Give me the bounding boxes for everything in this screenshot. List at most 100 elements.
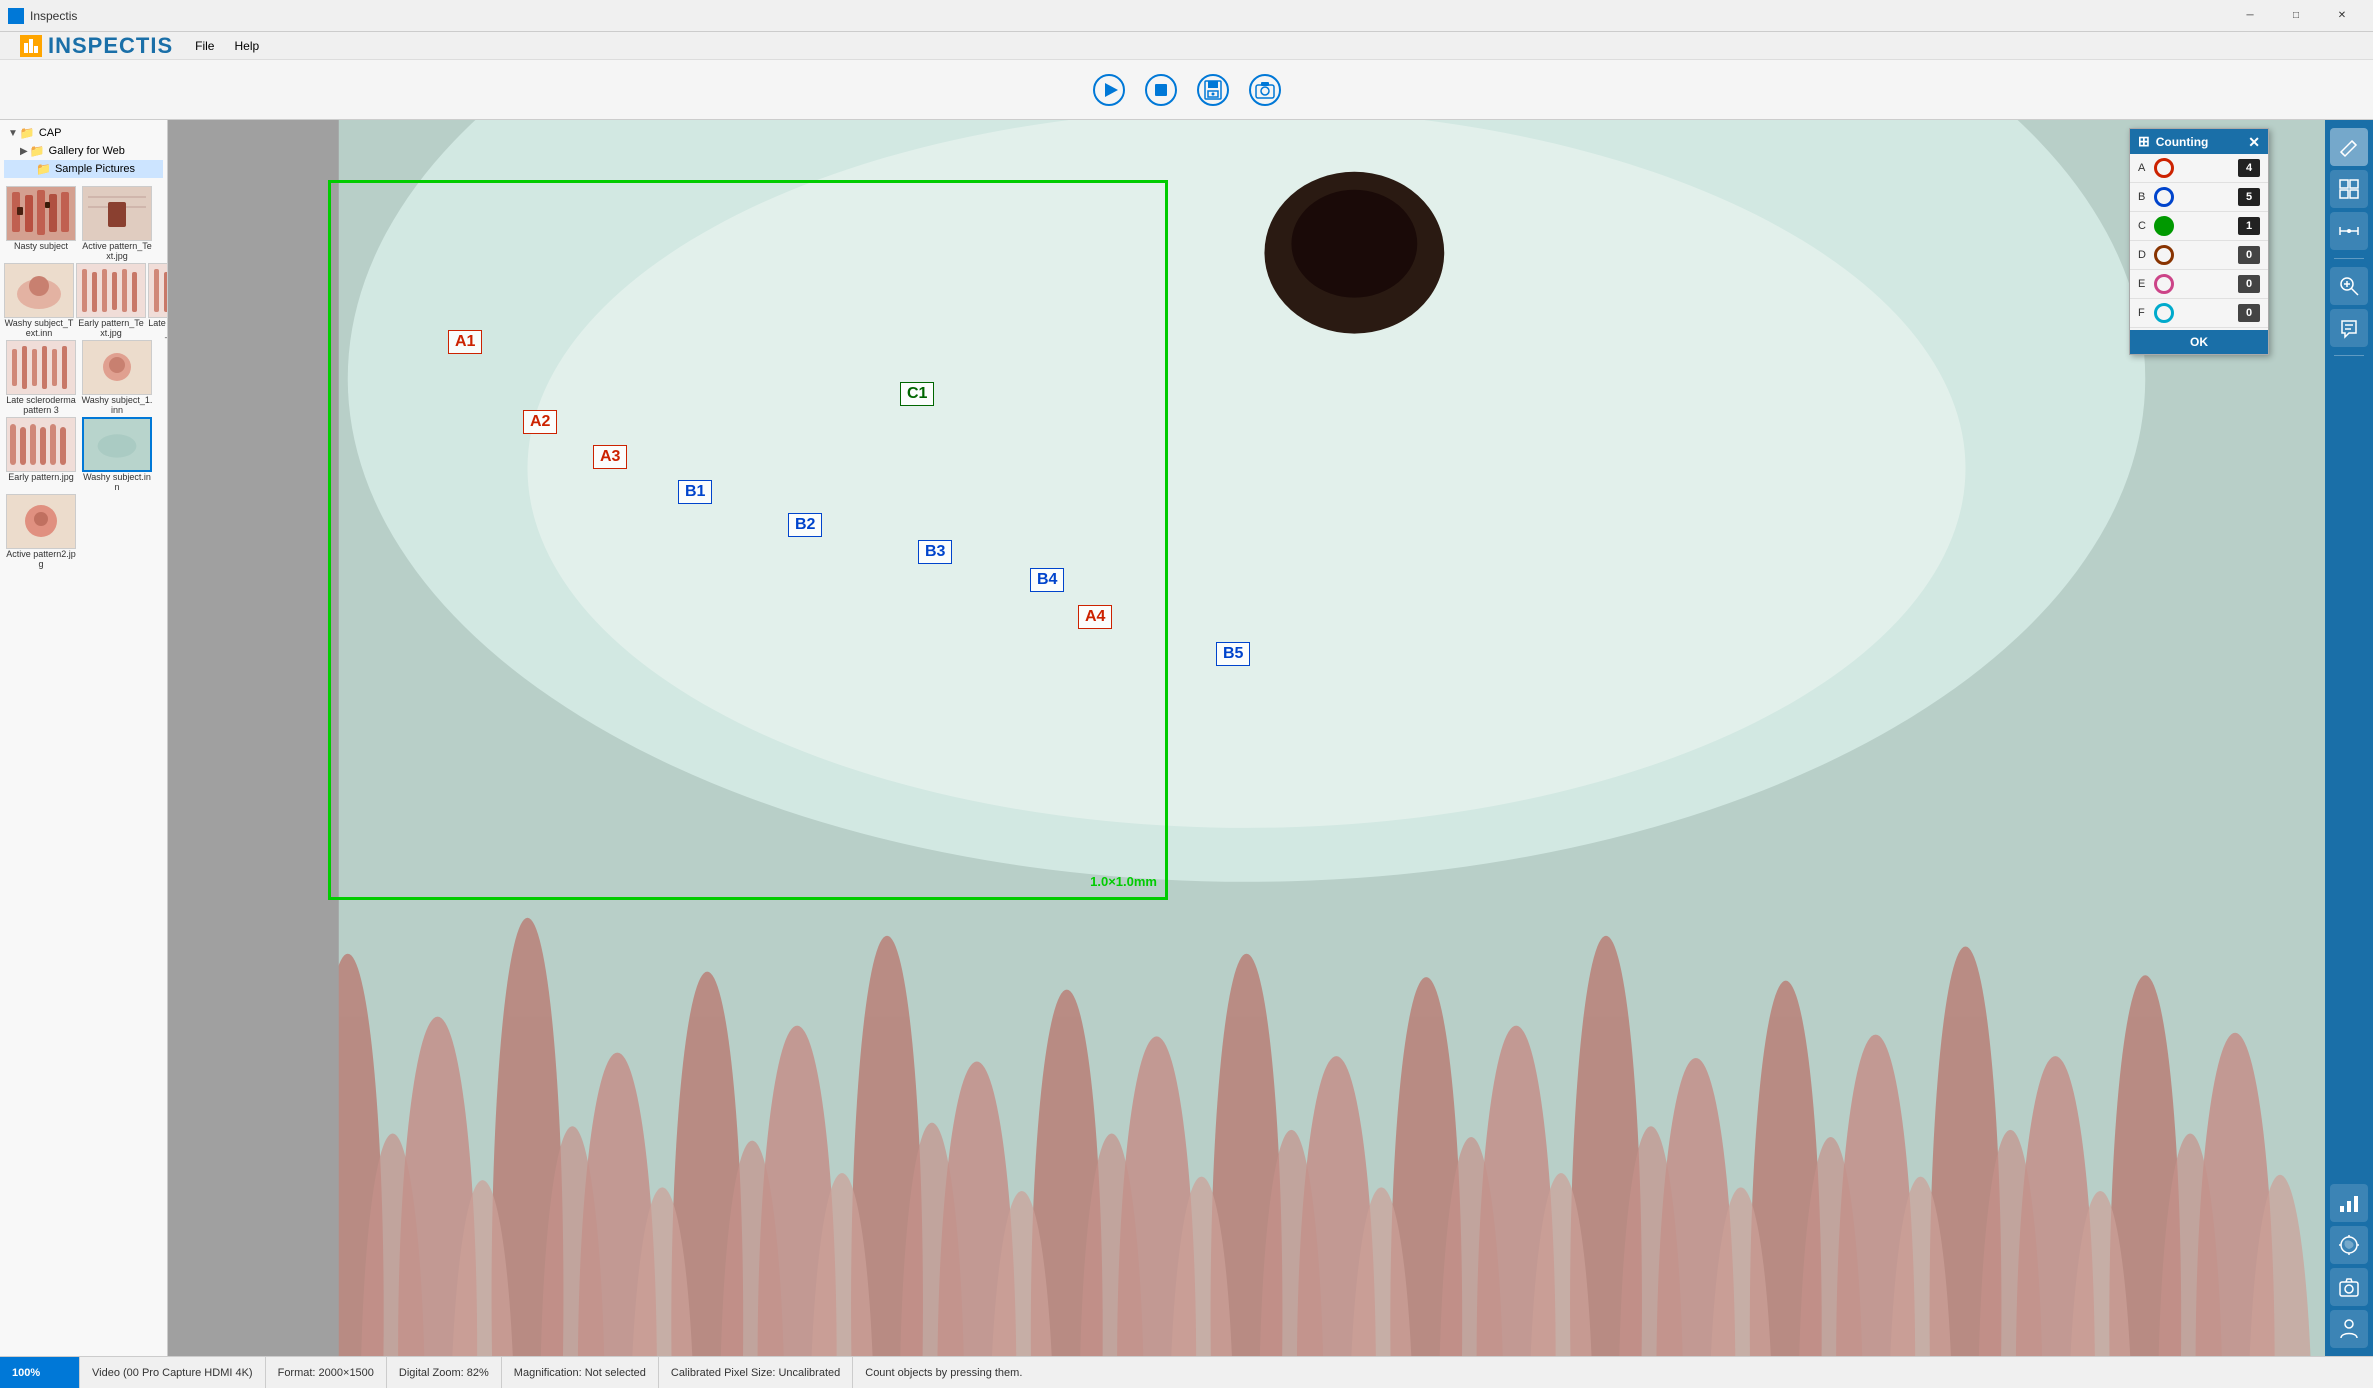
tree-label-samples: Sample Pictures <box>55 163 135 175</box>
right-toolbar <box>2325 120 2373 1356</box>
record-button[interactable] <box>1139 68 1183 112</box>
draw-tool-button[interactable] <box>2330 128 2368 166</box>
thumb-img-washy-1 <box>82 340 152 395</box>
thumb-active-text[interactable]: Active pattern_Text.jpg <box>80 186 154 261</box>
panel-close-button[interactable]: ✕ <box>2248 135 2260 149</box>
stats-tool-button[interactable] <box>2330 1184 2368 1222</box>
thumb-washy[interactable]: Washy subject.inn <box>80 417 154 492</box>
panel-ok-button[interactable]: OK <box>2130 330 2268 354</box>
search-tool-button[interactable] <box>2330 267 2368 305</box>
thumb-label-early: Early pattern.jpg <box>8 472 74 482</box>
status-hint: Count objects by pressing them. <box>853 1367 2373 1379</box>
window-controls: ─ □ ✕ <box>2227 0 2365 32</box>
count-num-d: 0 <box>2238 246 2260 264</box>
count-row-c: C 1 <box>2130 212 2268 241</box>
thumb-early[interactable]: Early pattern.jpg <box>4 417 78 492</box>
annotate-tool-button[interactable] <box>2330 309 2368 347</box>
thumb-late-scl-text[interactable]: Late scleroderma_Text.jpg <box>148 263 168 338</box>
villi-svg <box>168 120 2325 1356</box>
thumb-label-washy-1: Washy subject_1.inn <box>81 395 153 415</box>
statusbar: 100% Video (00 Pro Capture HDMI 4K) Form… <box>0 1356 2373 1388</box>
status-digital-zoom: Digital Zoom: 82% <box>387 1357 502 1388</box>
count-row-a: A 4 <box>2130 154 2268 183</box>
snapshot-button[interactable] <box>1243 68 1287 112</box>
count-num-c: 1 <box>2238 217 2260 235</box>
logo-area: INSPECTIS <box>8 33 185 59</box>
count-circle-a[interactable] <box>2154 158 2174 178</box>
thumb-label-late-scl-text: Late scleroderma_Text.jpg <box>148 318 168 338</box>
counting-icon: ⊞ <box>2138 133 2150 150</box>
thumb-nasty[interactable]: Nasty subject <box>4 186 78 261</box>
tree-arrow-gallery: ▶ <box>20 146 28 157</box>
status-format: Format: 2000×1500 <box>266 1357 387 1388</box>
panel-title: Counting <box>2156 135 2209 149</box>
thumb-img-late-scl-text <box>148 263 168 318</box>
thumb-img-early-text <box>76 263 146 318</box>
grid-tool-button[interactable] <box>2330 170 2368 208</box>
toolbar <box>0 60 2373 120</box>
count-num-a: 4 <box>2238 159 2260 177</box>
thumb-row-3: Early pattern.jpg Washy subject.inn <box>4 417 163 492</box>
microscope-bg: 1.0×1.0mm A1 A2 A3 A4 B1 B2 B3 B4 B5 C1 … <box>168 120 2325 1356</box>
camera-tool-button[interactable] <box>2330 1268 2368 1306</box>
person-tool-button[interactable] <box>2330 1310 2368 1348</box>
tree-arrow-cap: ▼ <box>8 128 18 139</box>
magnification-value: Magnification: Not selected <box>514 1367 646 1379</box>
minimize-button[interactable]: ─ <box>2227 0 2273 32</box>
close-button[interactable]: ✕ <box>2319 0 2365 32</box>
thumb-img-early <box>6 417 76 472</box>
status-zoom: 100% <box>0 1357 80 1388</box>
thumb-img-active-text <box>82 186 152 241</box>
sidebar: ▼ 📁 CAP ▶ 📁 Gallery for Web 📁 Sample Pic… <box>0 120 168 1356</box>
maximize-button[interactable]: □ <box>2273 0 2319 32</box>
thumb-late-scl-3[interactable]: Late scleroderma pattern 3 <box>4 340 78 415</box>
menu-help[interactable]: Help <box>224 35 269 57</box>
thumb-label-nasty: Nasty subject <box>14 241 68 251</box>
thumb-early-text[interactable]: Early pattern_Text.jpg <box>76 263 146 338</box>
thumb-active2[interactable]: Active pattern2.jpg <box>4 494 78 569</box>
thumb-img-washy-text <box>4 263 74 318</box>
tree-item-samples[interactable]: 📁 Sample Pictures <box>4 160 163 178</box>
format-value: Format: 2000×1500 <box>278 1367 374 1379</box>
thumb-label-washy: Washy subject.inn <box>81 472 153 492</box>
status-magnification: Magnification: Not selected <box>502 1357 659 1388</box>
count-letter-c: C <box>2138 220 2154 232</box>
pixel-size-value: Calibrated Pixel Size: Uncalibrated <box>671 1367 840 1379</box>
thumb-washy-text[interactable]: Washy subject_Text.inn <box>4 263 74 338</box>
count-letter-b: B <box>2138 191 2154 203</box>
capture-value: Video (00 Pro Capture HDMI 4K) <box>92 1367 253 1379</box>
save-button[interactable] <box>1191 68 1235 112</box>
folder-icon-samples: 📁 <box>36 162 51 176</box>
titlebar: Inspectis ─ □ ✕ <box>0 0 2373 32</box>
tree-item-gallery[interactable]: ▶ 📁 Gallery for Web <box>4 142 163 160</box>
counting-panel: ⊞ Counting ✕ A 4 B 5 <box>2129 128 2269 355</box>
menu-file[interactable]: File <box>185 35 224 57</box>
thumb-row-2: Late scleroderma pattern 3 Washy subject… <box>4 340 163 415</box>
count-circle-c[interactable] <box>2154 216 2174 236</box>
folder-icon-cap: 📁 <box>20 126 35 140</box>
count-circle-e[interactable] <box>2154 274 2174 294</box>
main-layout: ▼ 📁 CAP ▶ 📁 Gallery for Web 📁 Sample Pic… <box>0 120 2373 1356</box>
thumb-img-active2 <box>6 494 76 549</box>
count-row-f: F 0 <box>2130 299 2268 328</box>
hint-value: Count objects by pressing them. <box>865 1367 1022 1379</box>
effects-tool-button[interactable] <box>2330 1226 2368 1264</box>
thumb-img-late-scl-3 <box>6 340 76 395</box>
tree-item-cap[interactable]: ▼ 📁 CAP <box>4 124 163 142</box>
thumb-row-4: Active pattern2.jpg <box>4 494 163 569</box>
count-circle-f[interactable] <box>2154 303 2174 323</box>
folder-tree: ▼ 📁 CAP ▶ 📁 Gallery for Web 📁 Sample Pic… <box>0 120 167 182</box>
panel-header: ⊞ Counting ✕ <box>2130 129 2268 154</box>
app-title: Inspectis <box>30 9 77 23</box>
play-button[interactable] <box>1087 68 1131 112</box>
app-icon <box>8 8 24 24</box>
count-letter-e: E <box>2138 278 2154 290</box>
menubar: INSPECTIS File Help <box>0 32 2373 60</box>
status-capture: Video (00 Pro Capture HDMI 4K) <box>80 1357 266 1388</box>
count-circle-b[interactable] <box>2154 187 2174 207</box>
zoom-value: 100% <box>12 1367 40 1379</box>
count-circle-d[interactable] <box>2154 245 2174 265</box>
measure-tool-button[interactable] <box>2330 212 2368 250</box>
thumb-washy-1[interactable]: Washy subject_1.inn <box>80 340 154 415</box>
count-letter-d: D <box>2138 249 2154 261</box>
